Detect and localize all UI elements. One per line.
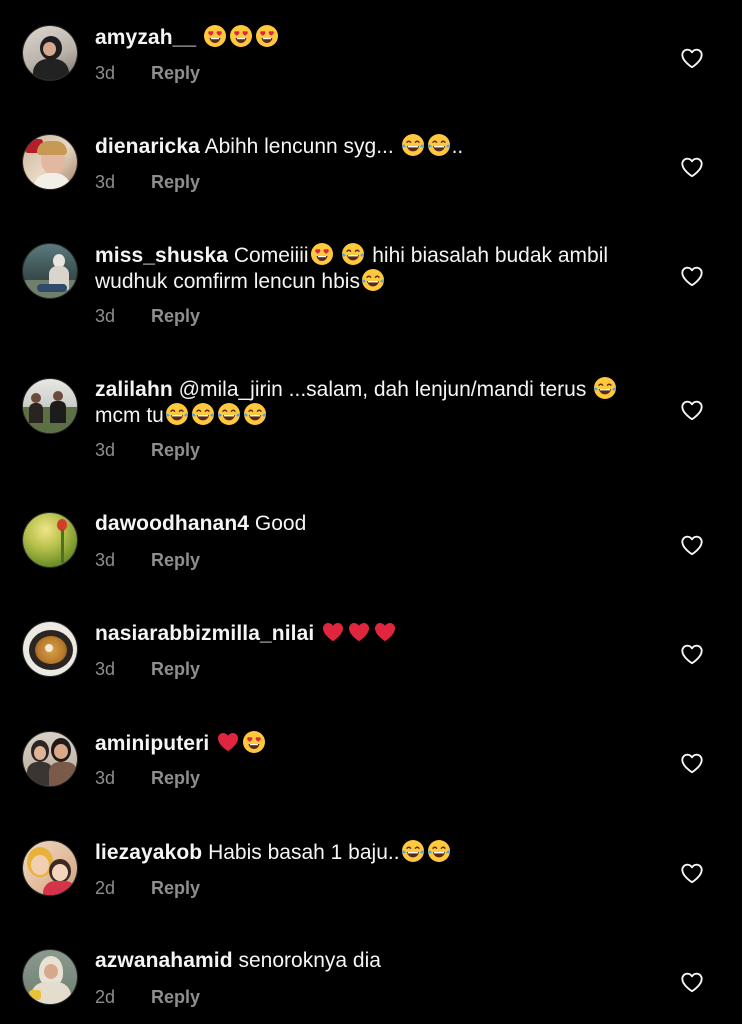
- red-heart-emoji: [321, 620, 345, 644]
- heart-outline-icon[interactable]: [680, 643, 704, 665]
- tears-of-joy-emoji: [427, 839, 451, 863]
- tears-of-joy-emoji: [401, 839, 425, 863]
- comment-meta: 3d Reply: [95, 549, 200, 571]
- heart-outline-icon[interactable]: [680, 265, 704, 287]
- comment-timestamp: 3d: [95, 306, 116, 326]
- avatar[interactable]: [22, 731, 78, 787]
- comment-timestamp: 2d: [95, 987, 116, 1007]
- tears-of-joy-emoji: [593, 376, 617, 400]
- comment-meta: 3d Reply: [95, 305, 200, 327]
- tears-of-joy-emoji: [243, 402, 267, 426]
- comment-text: liezayakob Habis basah 1 baju..: [95, 839, 655, 865]
- comment-timestamp: 3d: [95, 172, 116, 192]
- avatar[interactable]: [22, 512, 78, 568]
- red-heart-emoji: [373, 620, 397, 644]
- comment-username[interactable]: dawoodhanan4: [95, 512, 249, 535]
- comment-body: [215, 730, 267, 755]
- reply-button[interactable]: Reply: [151, 878, 200, 898]
- comment-meta: 3d Reply: [95, 767, 200, 789]
- comment-timestamp: 3d: [95, 63, 116, 83]
- comment-timestamp: 2d: [95, 878, 116, 898]
- reply-button[interactable]: Reply: [151, 550, 200, 570]
- avatar[interactable]: [22, 840, 78, 896]
- comment-body: @mila_jirin ...salam, dah lenjun/mandi t…: [95, 376, 618, 427]
- reply-button[interactable]: Reply: [151, 306, 200, 326]
- comment-text: aminiputeri: [95, 730, 655, 756]
- reply-button[interactable]: Reply: [151, 768, 200, 788]
- comment-timestamp: 3d: [95, 768, 116, 788]
- comment-username[interactable]: amyzah__: [95, 26, 196, 49]
- tears-of-joy-emoji: [165, 402, 189, 426]
- avatar[interactable]: [22, 134, 78, 190]
- heart-eyes-emoji: [310, 242, 334, 266]
- avatar[interactable]: [22, 949, 78, 1005]
- comment-body: Habis basah 1 baju..: [208, 839, 451, 864]
- heart-outline-icon[interactable]: [680, 971, 704, 993]
- heart-outline-icon[interactable]: [680, 534, 704, 556]
- tears-of-joy-emoji: [401, 133, 425, 157]
- tears-of-joy-emoji: [341, 242, 365, 266]
- tears-of-joy-emoji: [361, 268, 385, 292]
- heart-eyes-emoji: [255, 24, 279, 48]
- tears-of-joy-emoji: [217, 402, 241, 426]
- reply-button[interactable]: Reply: [151, 63, 200, 83]
- heart-outline-icon[interactable]: [680, 399, 704, 421]
- comment-text: nasiarabbizmilla_nilai: [95, 620, 655, 646]
- comment-meta: 3d Reply: [95, 62, 200, 84]
- comment-text: amyzah__: [95, 24, 655, 50]
- comment-text: azwanahamid senoroknya dia: [95, 948, 655, 973]
- comment-body: Abihh lencunn syg... ..: [204, 133, 464, 158]
- avatar[interactable]: [22, 243, 78, 299]
- comment-username[interactable]: aminiputeri: [95, 732, 209, 755]
- avatar[interactable]: [22, 621, 78, 677]
- reply-button[interactable]: Reply: [151, 659, 200, 679]
- heart-outline-icon[interactable]: [680, 47, 704, 69]
- tears-of-joy-emoji: [191, 402, 215, 426]
- comment-meta: 3d Reply: [95, 171, 200, 193]
- comment-meta: 2d Reply: [95, 986, 200, 1008]
- comment-username[interactable]: dienaricka: [95, 135, 200, 158]
- comment-text: dawoodhanan4 Good: [95, 511, 655, 536]
- comment-username[interactable]: azwanahamid: [95, 949, 233, 972]
- comment-username[interactable]: zalilahn: [95, 378, 173, 401]
- heart-outline-icon[interactable]: [680, 862, 704, 884]
- comment-text: miss_shuska Comeiiii hihi biasalah budak…: [95, 242, 655, 294]
- reply-button[interactable]: Reply: [151, 172, 200, 192]
- comment-text: zalilahn @mila_jirin ...salam, dah lenju…: [95, 376, 655, 428]
- comment-timestamp: 3d: [95, 659, 116, 679]
- red-heart-emoji: [347, 620, 371, 644]
- comment-username[interactable]: miss_shuska: [95, 244, 228, 267]
- heart-eyes-emoji: [203, 24, 227, 48]
- comment-body: [202, 24, 280, 49]
- avatar[interactable]: [22, 25, 78, 81]
- comment-username[interactable]: nasiarabbizmilla_nilai: [95, 622, 314, 645]
- tears-of-joy-emoji: [427, 133, 451, 157]
- comment-text: dienaricka Abihh lencunn syg... ..: [95, 133, 655, 159]
- avatar[interactable]: [22, 378, 78, 434]
- comment-body: Good: [254, 512, 307, 535]
- comment-meta: 3d Reply: [95, 658, 200, 680]
- heart-outline-icon[interactable]: [680, 752, 704, 774]
- comment-username[interactable]: liezayakob: [95, 841, 202, 864]
- comment-timestamp: 3d: [95, 550, 116, 570]
- reply-button[interactable]: Reply: [151, 440, 200, 460]
- comment-meta: 3d Reply: [95, 439, 200, 461]
- heart-eyes-emoji: [242, 730, 266, 754]
- comment-body: [320, 622, 398, 645]
- red-heart-emoji: [216, 730, 240, 754]
- comment-body: senoroknya dia: [238, 949, 381, 972]
- comment-meta: 2d Reply: [95, 877, 200, 899]
- comment-timestamp: 3d: [95, 440, 116, 460]
- reply-button[interactable]: Reply: [151, 987, 200, 1007]
- heart-outline-icon[interactable]: [680, 156, 704, 178]
- heart-eyes-emoji: [229, 24, 253, 48]
